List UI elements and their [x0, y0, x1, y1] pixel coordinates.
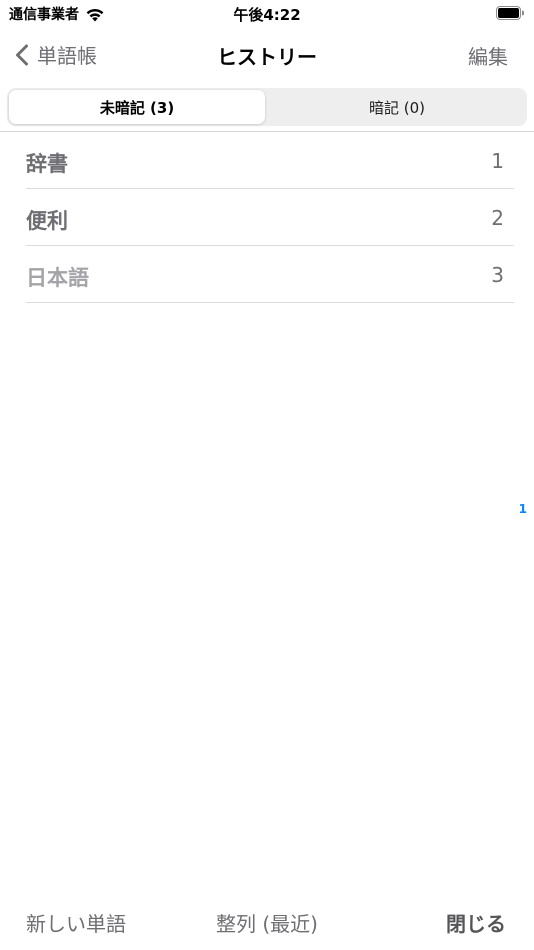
back-button-label: 単語帳: [37, 44, 97, 68]
word-text: 便利: [26, 209, 68, 233]
segmented-control: 未暗記 (3) 暗記 (0): [7, 88, 527, 126]
list-item[interactable]: 便利 2: [0, 189, 534, 246]
word-list: 辞書 1 便利 2 日本語 3: [0, 132, 534, 303]
chevron-left-icon: [15, 44, 29, 66]
word-text: 辞書: [26, 152, 68, 176]
list-item[interactable]: 辞書 1: [0, 132, 534, 189]
segment-unmemorized[interactable]: 未暗記 (3): [9, 90, 265, 124]
word-count: 2: [491, 206, 504, 230]
row-divider: [26, 302, 514, 303]
status-bar: 通信事業者 午後4:22: [0, 0, 534, 28]
battery-icon: [496, 6, 524, 20]
word-count: 3: [491, 263, 504, 287]
bottom-toolbar: 新しい単語 整列 (最近) 閉じる: [0, 896, 534, 950]
list-item[interactable]: 日本語 3: [0, 246, 534, 303]
section-index[interactable]: 1: [519, 502, 527, 516]
word-text: 日本語: [26, 266, 89, 290]
close-button[interactable]: 閉じる: [446, 908, 506, 937]
segment-memorized[interactable]: 暗記 (0): [269, 90, 525, 124]
back-button[interactable]: 単語帳: [15, 40, 97, 69]
word-count: 1: [491, 149, 504, 173]
navigation-bar: 単語帳 ヒストリー 編集: [0, 28, 534, 80]
status-time: 午後4:22: [233, 6, 301, 24]
edit-button[interactable]: 編集: [468, 41, 508, 70]
